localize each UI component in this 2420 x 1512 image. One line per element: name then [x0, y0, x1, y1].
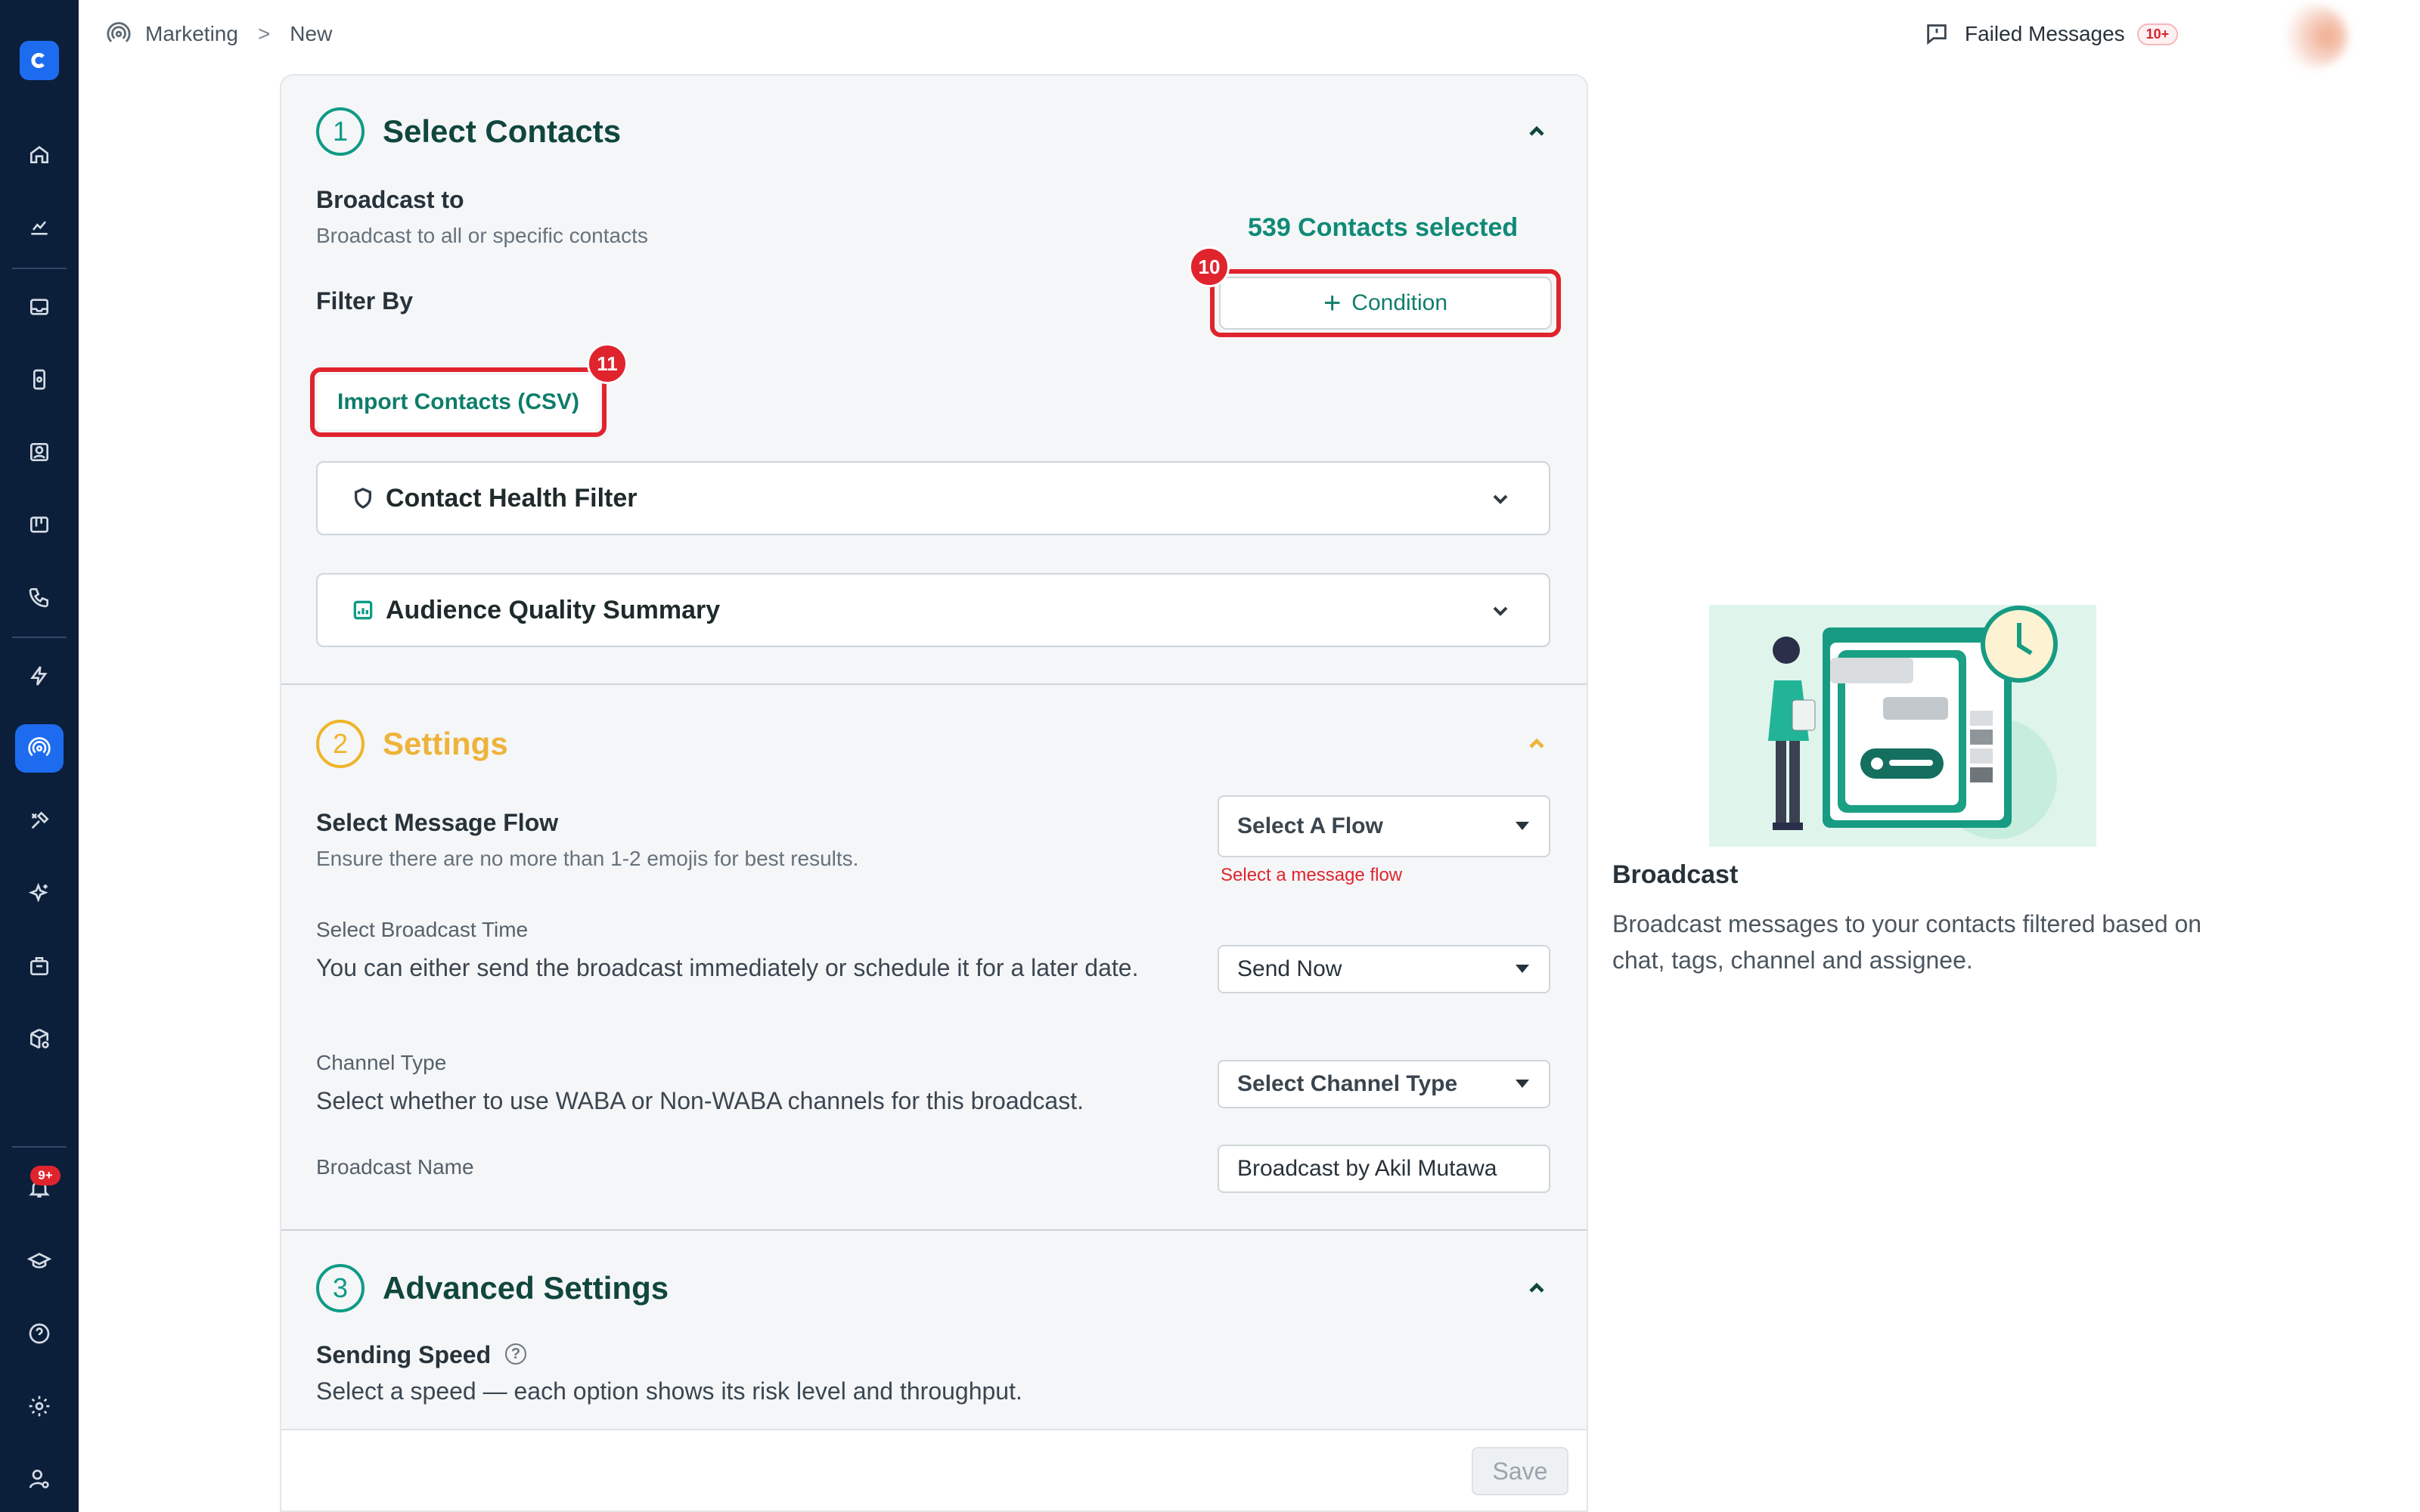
contacts-card-icon[interactable] [15, 428, 64, 476]
broadcast-to-description: Broadcast to all or specific contacts [316, 224, 648, 247]
help-icon[interactable] [15, 1309, 64, 1358]
select-value: Select A Flow [1237, 813, 1383, 838]
broadcast-form-panel: 1 Select Contacts Broadcast to Broadcast… [280, 74, 1588, 1512]
section-title: Settings [383, 726, 508, 761]
broadcast-name-input[interactable]: Broadcast by Akil Mutawa [1218, 1145, 1550, 1193]
form-footer [281, 1429, 1587, 1510]
section-advanced-header[interactable]: 3 Advanced Settings [316, 1264, 669, 1312]
plus-icon: + [1323, 287, 1342, 320]
broadcast-time-description: You can either send the broadcast immedi… [316, 954, 1139, 981]
import-contacts-csv-button[interactable]: Import Contacts (CSV) [318, 375, 599, 429]
message-flow-label: Select Message Flow [316, 809, 559, 836]
input-value: Broadcast by Akil Mutawa [1237, 1156, 1497, 1181]
failed-messages-label: Failed Messages [1965, 22, 2125, 45]
app-logo-icon[interactable] [20, 41, 59, 80]
notification-badge: 9+ [30, 1166, 60, 1185]
user-settings-icon[interactable] [15, 1455, 64, 1503]
breadcrumb-separator: > [257, 22, 271, 45]
step-number: 3 [316, 1264, 365, 1312]
section-divider [281, 1229, 1587, 1231]
caret-down-icon [1516, 965, 1529, 973]
inbox-icon[interactable] [15, 283, 64, 331]
failed-messages-button[interactable]: Failed Messages 10+ [1924, 21, 2179, 47]
accordion-title: Contact Health Filter [386, 483, 638, 513]
section-title: Advanced Settings [383, 1270, 669, 1306]
help-circle-icon[interactable]: ? [505, 1343, 527, 1365]
sidebar-divider [12, 637, 67, 638]
broadcast-time-label: Select Broadcast Time [316, 918, 529, 941]
info-panel-description: Broadcast messages to your contacts filt… [1612, 910, 2202, 974]
message-alert-icon [1927, 24, 1947, 45]
sending-speed-text: Sending Speed [316, 1341, 492, 1368]
failed-messages-badge: 10+ [2136, 23, 2179, 45]
breadcrumb-marketing[interactable]: Marketing [145, 22, 238, 46]
sidebar: 9+ [0, 0, 79, 1512]
shield-icon [355, 488, 371, 509]
avatar[interactable] [2279, 6, 2347, 67]
academy-cap-icon[interactable] [15, 1237, 64, 1285]
contact-health-filter-accordion[interactable]: Contact Health Filter [316, 461, 1550, 535]
select-value: Select Channel Type [1237, 1071, 1458, 1096]
step-number: 2 [316, 720, 365, 768]
channel-type-description: Select whether to use WABA or Non-WABA c… [316, 1087, 1084, 1114]
chevron-down-icon [1488, 487, 1512, 511]
select-value: Send Now [1237, 956, 1342, 981]
ai-sparkle-icon[interactable] [15, 869, 64, 918]
broadcast-name-label: Broadcast Name [316, 1155, 474, 1179]
section-select-contacts-header[interactable]: 1 Select Contacts [316, 107, 621, 156]
device-icon[interactable] [15, 355, 64, 404]
chart-icon [353, 600, 373, 620]
chevron-up-icon[interactable] [1525, 119, 1549, 144]
chevron-up-icon[interactable] [1525, 732, 1549, 756]
add-condition-button[interactable]: + Condition [1219, 277, 1552, 330]
contacts-selected-count: 539 Contacts selected [1248, 213, 1519, 242]
breadcrumb: Marketing > New [106, 21, 332, 47]
section-settings-header[interactable]: 2 Settings [316, 720, 508, 768]
condition-label: Condition [1351, 290, 1448, 315]
broadcast-to-label: Broadcast to [316, 186, 464, 213]
broadcast-icon[interactable] [15, 724, 64, 773]
top-bar: Marketing > New Failed Messages 10+ [79, 0, 2420, 73]
package-settings-icon[interactable] [15, 1015, 64, 1063]
filter-by-label: Filter By [316, 287, 414, 314]
caret-down-icon [1516, 822, 1529, 830]
info-panel-title: Broadcast [1612, 860, 1739, 889]
channel-type-select[interactable]: Select Channel Type [1218, 1060, 1550, 1108]
annotation-marker-11: 11 [587, 343, 628, 384]
sending-speed-description: Select a speed — each option shows its r… [316, 1377, 1022, 1405]
annotation-marker-10: 10 [1189, 246, 1230, 287]
accordion-title: Audience Quality Summary [386, 595, 721, 624]
channel-type-label: Channel Type [316, 1051, 447, 1074]
audience-quality-summary-accordion[interactable]: Audience Quality Summary [316, 573, 1550, 647]
board-icon[interactable] [15, 500, 64, 549]
breadcrumb-current: New [290, 22, 333, 45]
sidebar-divider [12, 268, 67, 269]
analytics-icon[interactable] [15, 203, 64, 251]
settings-gear-icon[interactable] [15, 1382, 64, 1430]
caret-down-icon [1516, 1080, 1529, 1088]
message-flow-description: Ensure there are no more than 1-2 emojis… [316, 847, 859, 870]
chevron-down-icon [1488, 599, 1512, 623]
sending-speed-label: Sending Speed ? [316, 1341, 527, 1369]
section-title: Select Contacts [383, 113, 622, 149]
message-flow-select[interactable]: Select A Flow [1218, 795, 1550, 857]
broadcast-icon [107, 22, 131, 42]
sidebar-divider [12, 1146, 67, 1148]
phone-icon[interactable] [15, 573, 64, 621]
step-number: 1 [316, 107, 365, 156]
broadcast-illustration [1709, 605, 2096, 847]
section-divider [281, 683, 1587, 685]
briefcase-icon[interactable] [15, 942, 64, 990]
broadcast-time-select[interactable]: Send Now [1218, 945, 1550, 993]
message-flow-error: Select a message flow [1221, 865, 1403, 885]
chevron-up-icon[interactable] [1525, 1276, 1549, 1300]
automation-bolt-icon[interactable] [15, 652, 64, 700]
save-button[interactable]: Save [1472, 1447, 1568, 1495]
tools-icon[interactable] [15, 797, 64, 845]
home-icon[interactable] [15, 130, 64, 178]
